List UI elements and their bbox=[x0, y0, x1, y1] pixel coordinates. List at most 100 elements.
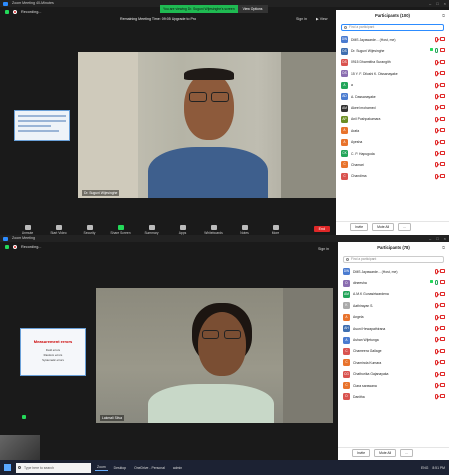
video-camera-off-icon[interactable] bbox=[440, 337, 445, 342]
shared-screen-thumbnail[interactable] bbox=[14, 110, 70, 141]
invite-button[interactable]: Invite bbox=[350, 223, 369, 231]
participant-row[interactable]: C Ciara sarawana bbox=[338, 380, 449, 391]
microphone-muted-icon[interactable] bbox=[435, 269, 438, 274]
taskbar-app-zoom[interactable]: Zoom bbox=[95, 464, 108, 471]
participant-row[interactable]: A Angela bbox=[338, 312, 449, 323]
clock[interactable]: 8:51 PM bbox=[432, 466, 445, 470]
microphone-muted-icon[interactable] bbox=[435, 139, 438, 145]
end-meeting-button[interactable]: End bbox=[313, 226, 330, 232]
shared-slide-thumbnail[interactable]: Measurement errors Field errors Random e… bbox=[20, 328, 86, 376]
participant-row[interactable]: K Aathirayan S. bbox=[338, 300, 449, 311]
video-camera-off-icon[interactable] bbox=[440, 382, 445, 387]
video-camera-off-icon[interactable] bbox=[440, 71, 445, 76]
windows-start-icon[interactable] bbox=[4, 464, 11, 471]
video-camera-off-icon[interactable] bbox=[440, 139, 445, 144]
view-options-button[interactable]: View Options bbox=[237, 5, 268, 13]
more-options-button[interactable]: ... bbox=[398, 223, 411, 231]
sign-in-link[interactable]: Sign in bbox=[318, 247, 329, 251]
participant-row[interactable]: A Ashan Wijetunga bbox=[338, 334, 449, 345]
participant-row[interactable]: DW DMS Jayawarde... (Host, me) bbox=[338, 266, 449, 277]
mute-all-button[interactable]: Mute All bbox=[372, 223, 395, 231]
video-camera-off-icon[interactable] bbox=[440, 394, 445, 399]
maximize-icon[interactable]: □ bbox=[436, 0, 438, 7]
microphone-muted-icon[interactable] bbox=[435, 337, 438, 343]
participant-row[interactable]: Aa bbox=[336, 80, 449, 91]
participant-row[interactable]: DS 15 Y. F. Dilushi K. Dissanayake bbox=[336, 68, 449, 79]
microphone-muted-icon[interactable] bbox=[435, 93, 438, 99]
microphone-muted-icon[interactable] bbox=[435, 303, 438, 309]
microphone-muted-icon[interactable] bbox=[435, 173, 438, 179]
video-camera-off-icon[interactable] bbox=[440, 314, 445, 319]
participant-row[interactable]: C Chamari bbox=[336, 159, 449, 170]
more-button[interactable]: More bbox=[260, 225, 291, 235]
microphone-muted-icon[interactable] bbox=[435, 150, 438, 156]
microphone-muted-icon[interactable] bbox=[435, 82, 438, 88]
remaining-time-label[interactable]: Remaining Meeting Time: 09:05 Upgrade to… bbox=[120, 17, 196, 21]
participant-row[interactable]: D Danitha bbox=[338, 391, 449, 402]
minimize-icon[interactable]: – bbox=[429, 0, 431, 7]
microphone-icon[interactable] bbox=[435, 280, 438, 286]
recording-label[interactable]: Recording... bbox=[21, 245, 41, 249]
video-camera-off-icon[interactable] bbox=[440, 291, 445, 296]
video-camera-off-icon[interactable] bbox=[440, 37, 445, 41]
popout-icon[interactable]: ⧉ bbox=[442, 10, 445, 22]
participant-row[interactable]: AM Akeel mohamed bbox=[336, 102, 449, 113]
video-camera-off-icon[interactable] bbox=[440, 269, 445, 273]
participant-row[interactable]: C Chameera Gallage bbox=[338, 346, 449, 357]
microphone-muted-icon[interactable] bbox=[435, 162, 438, 168]
close-icon[interactable]: × bbox=[444, 0, 446, 7]
microphone-icon[interactable] bbox=[435, 48, 438, 54]
microphone-muted-icon[interactable] bbox=[435, 116, 438, 122]
microphone-muted-icon[interactable] bbox=[435, 314, 438, 320]
close-icon[interactable]: × bbox=[444, 235, 446, 242]
microphone-muted-icon[interactable] bbox=[435, 360, 438, 366]
participant-row[interactable]: C Chandima bbox=[336, 171, 449, 182]
shield-icon[interactable] bbox=[5, 245, 9, 249]
invite-button[interactable]: Invite bbox=[352, 449, 371, 457]
participant-row[interactable]: A Arafa bbox=[336, 125, 449, 136]
video-camera-off-icon[interactable] bbox=[440, 59, 445, 64]
video-camera-off-icon[interactable] bbox=[440, 105, 445, 110]
participant-row[interactable]: AH Asuni Hewapathirana bbox=[338, 323, 449, 334]
video-camera-off-icon[interactable] bbox=[440, 173, 445, 178]
share-screen-button[interactable]: Share Screen bbox=[105, 225, 136, 235]
recording-label[interactable]: Recording... bbox=[21, 10, 41, 14]
participant-row[interactable]: AM A.M.K Gunasiriwardena bbox=[338, 289, 449, 300]
taskbar-search-input[interactable]: Type here to search bbox=[16, 462, 91, 473]
more-options-button[interactable]: ... bbox=[400, 449, 413, 457]
microphone-muted-icon[interactable] bbox=[435, 394, 438, 400]
taskbar-app-onedrive[interactable]: OneDrive - Personal bbox=[132, 465, 167, 471]
participant-row[interactable]: DS Dr. Suguni Wijesinghe bbox=[336, 45, 449, 56]
whiteboards-button[interactable]: Whiteboards bbox=[198, 225, 229, 235]
apps-button[interactable]: Apps bbox=[167, 225, 198, 235]
participant-search-input[interactable]: Find a participant bbox=[341, 24, 444, 31]
video-camera-off-icon[interactable] bbox=[440, 48, 445, 53]
video-camera-off-icon[interactable] bbox=[440, 348, 445, 353]
microphone-muted-icon[interactable] bbox=[435, 348, 438, 354]
microphone-muted-icon[interactable] bbox=[435, 105, 438, 111]
participant-row[interactable]: CK C. P. Hapugoda bbox=[336, 148, 449, 159]
microphone-muted-icon[interactable] bbox=[435, 291, 438, 297]
participant-row[interactable]: DW DMS Jayawarde... (Host, me) bbox=[336, 34, 449, 45]
video-camera-off-icon[interactable] bbox=[440, 128, 445, 133]
participant-row[interactable]: DS 0915 Dharmitha Surangith bbox=[336, 57, 449, 68]
participant-row[interactable]: A Ayesha bbox=[336, 137, 449, 148]
video-camera-off-icon[interactable] bbox=[440, 303, 445, 308]
maximize-icon[interactable]: □ bbox=[436, 235, 438, 242]
participant-row[interactable]: AP Anil Pushpakumara bbox=[336, 114, 449, 125]
video-camera-off-icon[interactable] bbox=[440, 280, 445, 285]
video-camera-off-icon[interactable] bbox=[440, 82, 445, 87]
microphone-muted-icon[interactable] bbox=[435, 371, 438, 377]
language-indicator[interactable]: ENG bbox=[421, 466, 428, 470]
participant-search-input[interactable]: Find a participant bbox=[343, 256, 444, 263]
taskbar-app-admin[interactable]: admin bbox=[171, 465, 184, 471]
microphone-muted-icon[interactable] bbox=[435, 59, 438, 65]
participant-row[interactable]: Ddineesha bbox=[338, 277, 449, 288]
participant-row[interactable]: CG Chathurika Gajanayaka bbox=[338, 369, 449, 380]
unmute-button[interactable]: Unmute bbox=[12, 225, 43, 235]
annotate-icon[interactable] bbox=[22, 415, 26, 419]
speaker-video[interactable]: Lakmali Silva bbox=[96, 288, 333, 423]
video-camera-off-icon[interactable] bbox=[440, 150, 445, 155]
microphone-muted-icon[interactable] bbox=[435, 37, 438, 42]
view-button[interactable]: ▶ View bbox=[316, 17, 328, 21]
